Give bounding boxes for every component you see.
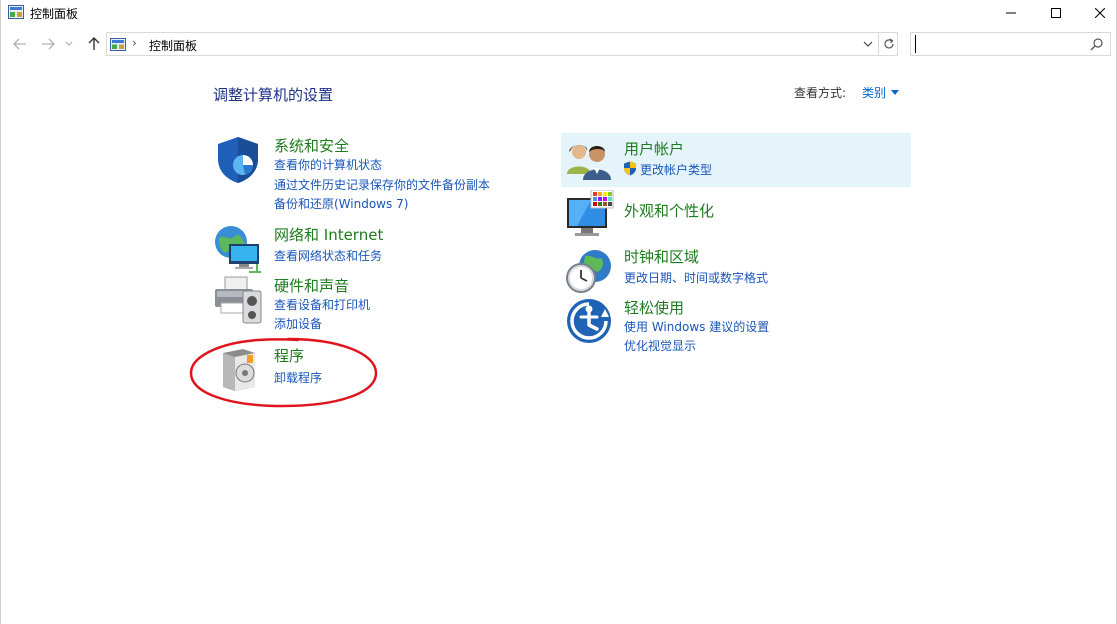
title-bar[interactable]: 控制面板 bbox=[0, 0, 1117, 26]
breadcrumb-control-panel[interactable]: 控制面板 bbox=[149, 37, 197, 54]
minimize-icon bbox=[1006, 12, 1016, 14]
category-clock-and-region: 时钟和区域 更改日期、时间或数字格式 bbox=[565, 246, 905, 293]
link-optimize-visual-display[interactable]: 优化视觉显示 bbox=[624, 337, 696, 354]
category-title-hardware-and-sound[interactable]: 硬件和声音 bbox=[274, 275, 349, 296]
up-arrow-icon bbox=[88, 37, 100, 50]
category-hardware-and-sound: 硬件和声音 查看设备和打印机 添加设备 bbox=[213, 275, 533, 335]
category-network-and-internet: 网络和 Internet 查看网络状态和任务 bbox=[213, 224, 533, 273]
category-title-ease-of-access[interactable]: 轻松使用 bbox=[624, 297, 684, 318]
window-title: 控制面板 bbox=[30, 7, 79, 21]
refresh-icon bbox=[883, 38, 894, 49]
chevron-down-icon bbox=[65, 41, 73, 46]
category-system-and-security: 系统和安全 查看你的计算机状态 通过文件历史记录保存你的文件备份副本 备份和还原… bbox=[213, 135, 533, 215]
link-change-account-type[interactable]: 更改帐户类型 bbox=[640, 161, 712, 178]
category-title-user-accounts[interactable]: 用户帐户 bbox=[624, 138, 684, 159]
clock-icon[interactable] bbox=[565, 246, 615, 296]
category-title-clock-and-region[interactable]: 时钟和区域 bbox=[624, 246, 699, 267]
link-file-history-backup[interactable]: 通过文件历史记录保存你的文件备份副本 bbox=[274, 176, 490, 193]
ease-of-access-icon[interactable] bbox=[565, 297, 615, 347]
link-use-windows-recommended-settings[interactable]: 使用 Windows 建议的设置 bbox=[624, 318, 769, 335]
link-backup-and-restore[interactable]: 备份和还原(Windows 7) bbox=[274, 195, 408, 212]
view-by-dropdown[interactable]: 类别 bbox=[862, 84, 886, 101]
shield-icon[interactable] bbox=[213, 135, 263, 185]
view-by-label: 查看方式: bbox=[794, 86, 847, 100]
link-view-computer-status[interactable]: 查看你的计算机状态 bbox=[274, 156, 382, 173]
printer-icon[interactable] bbox=[213, 275, 263, 325]
page-title: 调整计算机的设置 bbox=[213, 86, 334, 104]
address-bar[interactable]: › 控制面板 bbox=[106, 32, 898, 56]
category-ease-of-access: 轻松使用 使用 Windows 建议的设置 优化视觉显示 bbox=[565, 297, 905, 357]
view-by-caret-icon[interactable] bbox=[891, 90, 899, 95]
category-title-network-and-internet[interactable]: 网络和 Internet bbox=[274, 224, 383, 245]
uac-shield-icon bbox=[623, 161, 637, 176]
back-button[interactable] bbox=[12, 36, 28, 52]
link-add-device[interactable]: 添加设备 bbox=[274, 315, 322, 332]
category-user-accounts: 用户帐户 更改帐户类型 bbox=[565, 138, 905, 183]
maximize-button[interactable] bbox=[1033, 0, 1079, 26]
control-panel-icon bbox=[110, 38, 126, 51]
annotation-ellipse bbox=[189, 337, 378, 408]
maximize-icon bbox=[1051, 8, 1061, 18]
navigation-bar: › 控制面板 bbox=[0, 32, 1117, 56]
forward-button[interactable] bbox=[40, 36, 56, 52]
window-border-left bbox=[0, 0, 1, 624]
monitor-icon[interactable] bbox=[565, 189, 615, 240]
recent-locations-button[interactable] bbox=[64, 36, 74, 52]
refresh-button[interactable] bbox=[878, 33, 898, 55]
close-icon bbox=[1095, 8, 1105, 18]
category-appearance-and-personalization: 外观和个性化 bbox=[565, 189, 905, 240]
chevron-down-icon bbox=[863, 41, 873, 47]
users-icon[interactable] bbox=[565, 138, 615, 188]
address-dropdown-button[interactable] bbox=[860, 36, 876, 52]
forward-arrow-icon bbox=[42, 38, 55, 50]
up-button[interactable] bbox=[86, 36, 102, 52]
back-arrow-icon bbox=[13, 38, 26, 50]
link-change-date-time-format[interactable]: 更改日期、时间或数字格式 bbox=[624, 269, 768, 286]
search-input[interactable] bbox=[915, 35, 1085, 53]
link-view-devices-and-printers[interactable]: 查看设备和打印机 bbox=[274, 296, 370, 313]
link-view-network-status[interactable]: 查看网络状态和任务 bbox=[274, 247, 382, 264]
network-icon[interactable] bbox=[213, 224, 263, 274]
category-title-system-and-security[interactable]: 系统和安全 bbox=[274, 135, 349, 156]
search-icon[interactable] bbox=[1090, 37, 1104, 51]
control-panel-icon bbox=[8, 5, 24, 19]
category-title-appearance-and-personalization[interactable]: 外观和个性化 bbox=[624, 200, 714, 221]
close-button[interactable] bbox=[1077, 0, 1117, 26]
breadcrumb-separator[interactable]: › bbox=[132, 36, 137, 50]
search-box[interactable] bbox=[910, 32, 1111, 56]
minimize-button[interactable] bbox=[988, 0, 1034, 26]
